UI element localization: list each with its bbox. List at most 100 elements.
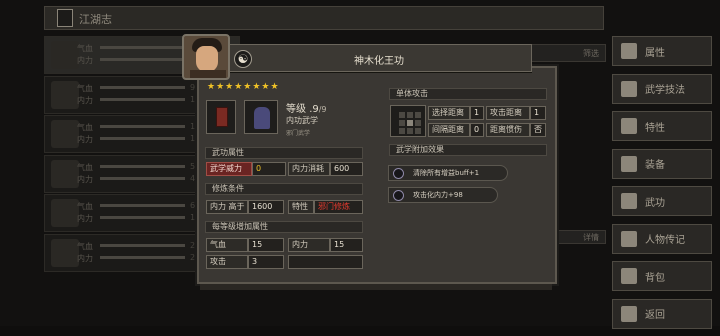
mp-bar: [100, 97, 185, 101]
cost-label: 内力消耗: [288, 162, 330, 176]
kungfu-icon: [621, 193, 637, 209]
effect-icon: [393, 190, 404, 201]
hp-label: 气血: [77, 83, 93, 93]
section-properties: 武功属性: [205, 147, 363, 159]
yin-yang-icon: ☯: [234, 50, 252, 68]
hp-bar: [100, 85, 185, 89]
range-cell: [399, 128, 405, 134]
level-text: 等级 .9/9: [286, 100, 327, 115]
req-trait-label: 特性: [288, 200, 314, 214]
section-effects: 武学附加效果: [389, 144, 547, 156]
avatar: [51, 199, 79, 227]
menu-button-kungfu[interactable]: 武功: [612, 186, 712, 216]
panel-header: 神木化王功: [226, 44, 532, 72]
biography-icon: [621, 230, 637, 247]
range-cell: [399, 120, 405, 126]
menu-button-label: 武功: [645, 197, 665, 209]
right-menu: 属性武学技法特性装备武功人物传记背包返回: [612, 36, 712, 336]
power-value: 0: [252, 162, 286, 176]
hp-bar: [100, 46, 185, 49]
hp-label: 气血: [77, 162, 93, 172]
effect-clear-buff: 清除所有增益buff+1: [388, 165, 508, 181]
trait-icon: [621, 118, 637, 134]
req-internal-value: 1600: [248, 200, 284, 214]
hp-label: 气血: [77, 123, 93, 132]
menu-button-label: 人物传记: [645, 235, 685, 246]
filter-label: 筛选: [583, 49, 599, 58]
hp-bar: [100, 243, 185, 247]
gain-atk-value: 3: [248, 255, 284, 269]
menu-button-martial-skill[interactable]: 武学技法: [612, 73, 712, 104]
mp-label: 内力: [77, 135, 93, 144]
gain-hp-label: 气血: [206, 238, 248, 252]
menu-button-return[interactable]: 返回: [612, 298, 712, 329]
hp-bar: [100, 125, 185, 128]
menu-button-label: 返回: [645, 310, 665, 321]
martial-skill-icon: [621, 80, 637, 97]
menu-button-label: 背包: [645, 272, 665, 284]
hp-label: 气血: [77, 241, 93, 251]
kungfu-title: 神木化王功: [354, 56, 404, 67]
interval-label: 间隔距离: [428, 123, 470, 137]
hp-label: 气血: [77, 202, 93, 211]
attack-range-label: 攻击距离: [486, 106, 530, 120]
menu-button-label: 武学技法: [645, 85, 685, 96]
menu-button-attribute[interactable]: 属性: [612, 36, 712, 66]
avatar-body: [190, 70, 226, 78]
range-cell: [407, 128, 413, 134]
level-max: /9: [318, 105, 327, 114]
filter-button[interactable]: 筛选: [520, 44, 606, 62]
effect-atk-to-mp-text: 攻击化内力+98: [413, 191, 463, 199]
inner-kungfu-icon: [244, 100, 278, 134]
avatar: [51, 238, 79, 267]
mp-label: 内力: [77, 253, 93, 263]
menu-button-bag[interactable]: 背包: [612, 261, 712, 291]
figure-shape: [254, 107, 270, 129]
section-level-gain: 每等级增加属性: [205, 221, 363, 233]
section-requirements: 修炼条件: [205, 183, 363, 195]
gain-atk-label: 攻击: [206, 255, 248, 269]
weapon-icon: [621, 155, 637, 172]
mp-label: 内力: [77, 56, 93, 65]
range-cell: [407, 120, 413, 126]
menu-button-trait[interactable]: 特性: [612, 111, 712, 141]
kungfu-sect: 邪门武学: [286, 130, 311, 137]
mp-bar: [100, 255, 185, 259]
menu-button-weapon[interactable]: 装备: [612, 148, 712, 179]
mp-bar: [100, 137, 185, 140]
range-cell: [415, 128, 421, 134]
level-value: .9: [309, 104, 319, 115]
page-title: 江湖志: [79, 13, 112, 26]
range-cell: [415, 120, 421, 126]
mp-label: 内力: [77, 95, 93, 105]
mp-bar: [100, 176, 185, 180]
attack-range-icon: [390, 105, 426, 137]
attribute-icon: [621, 43, 637, 59]
level-label: 等级: [286, 104, 306, 115]
star-rating: ★★★★★★★★: [207, 82, 280, 92]
select-range-label: 选择距离: [428, 106, 470, 120]
mp-label: 内力: [77, 214, 93, 223]
mp-bar: [100, 216, 185, 219]
panel-bottom-edge: [200, 284, 552, 290]
top-bar: 江湖志: [44, 6, 604, 30]
menu-icon[interactable]: [57, 9, 73, 27]
book-icon: [206, 100, 236, 134]
bag-icon: [621, 268, 637, 284]
mp-label: 内力: [77, 174, 93, 184]
menu-button-label: 属性: [645, 47, 665, 59]
req-internal-label: 内力 高于: [206, 200, 248, 214]
mp-bar: [100, 58, 185, 61]
menu-button-biography[interactable]: 人物传记: [612, 223, 712, 254]
range-cell: [399, 112, 405, 118]
menu-button-label: 装备: [645, 160, 665, 171]
hp-bar: [100, 164, 185, 168]
gain-empty: [288, 255, 363, 269]
avatar: [182, 34, 230, 80]
avatar: [51, 120, 79, 148]
attack-range-value: 1: [530, 106, 546, 120]
hp-label: 气血: [77, 44, 93, 53]
select-range-value: 1: [470, 106, 484, 120]
avatar: [51, 80, 79, 109]
detail-label: 详情: [583, 233, 599, 242]
